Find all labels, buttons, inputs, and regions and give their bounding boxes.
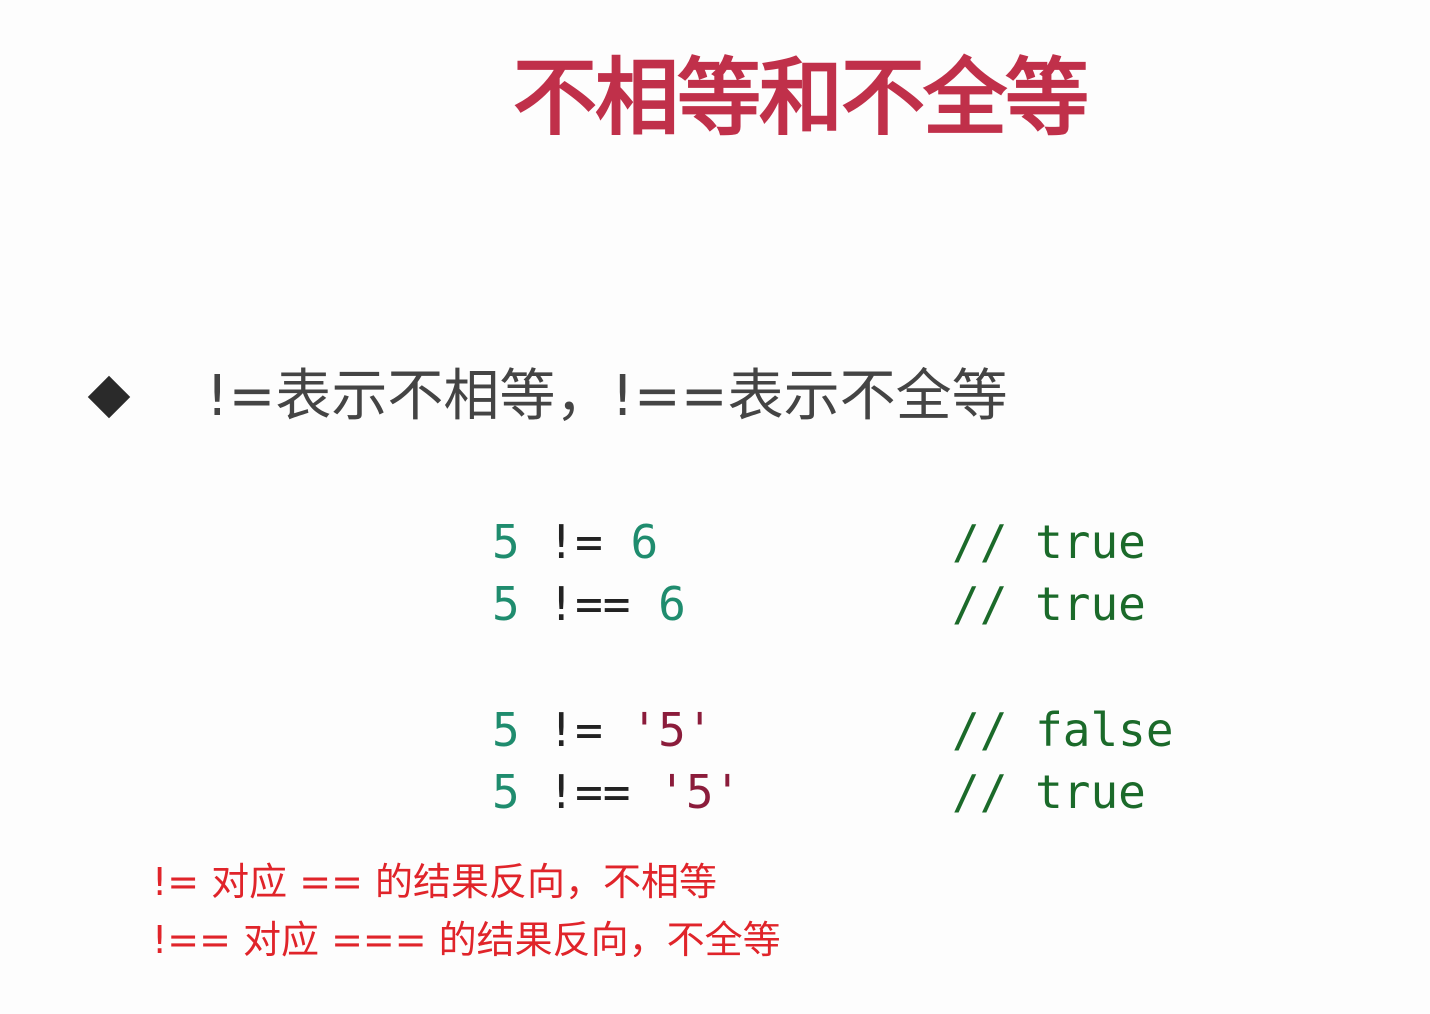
code-left: 5 bbox=[492, 765, 548, 819]
bullet-item: !=表示不相等，!==表示不全等 bbox=[86, 362, 1008, 432]
code-operator: != bbox=[547, 703, 631, 757]
code-comment: // true bbox=[952, 515, 1146, 569]
code-right: 6 bbox=[630, 515, 659, 569]
diamond-bullet-icon bbox=[87, 375, 131, 419]
slide-title: 不相等和不全等 bbox=[512, 49, 1089, 147]
note-line: != 对应 == 的结果反向，不相等 bbox=[152, 860, 717, 904]
code-line: 5 !== 6 // true bbox=[492, 574, 1146, 634]
code-comment: // true bbox=[952, 577, 1146, 631]
code-line: 5 !== '5' // true bbox=[492, 762, 1146, 822]
note-line: !== 对应 === 的结果反向，不全等 bbox=[152, 918, 781, 962]
code-line: 5 != 6 // true bbox=[492, 512, 1146, 572]
code-operator: !== bbox=[547, 577, 659, 631]
code-line: 5 != '5' // false bbox=[492, 700, 1174, 760]
code-left: 5 bbox=[492, 515, 548, 569]
code-operator: !== bbox=[547, 765, 659, 819]
code-left: 5 bbox=[492, 703, 548, 757]
code-operator: != bbox=[547, 515, 631, 569]
bullet-text: !=表示不相等，!==表示不全等 bbox=[206, 364, 1008, 429]
code-comment: // false bbox=[952, 703, 1174, 757]
code-right: 6 bbox=[658, 577, 686, 631]
code-comment: // true bbox=[952, 765, 1146, 819]
code-left: 5 bbox=[492, 577, 548, 631]
code-right: '5' bbox=[658, 765, 742, 819]
code-right: '5' bbox=[630, 703, 714, 757]
